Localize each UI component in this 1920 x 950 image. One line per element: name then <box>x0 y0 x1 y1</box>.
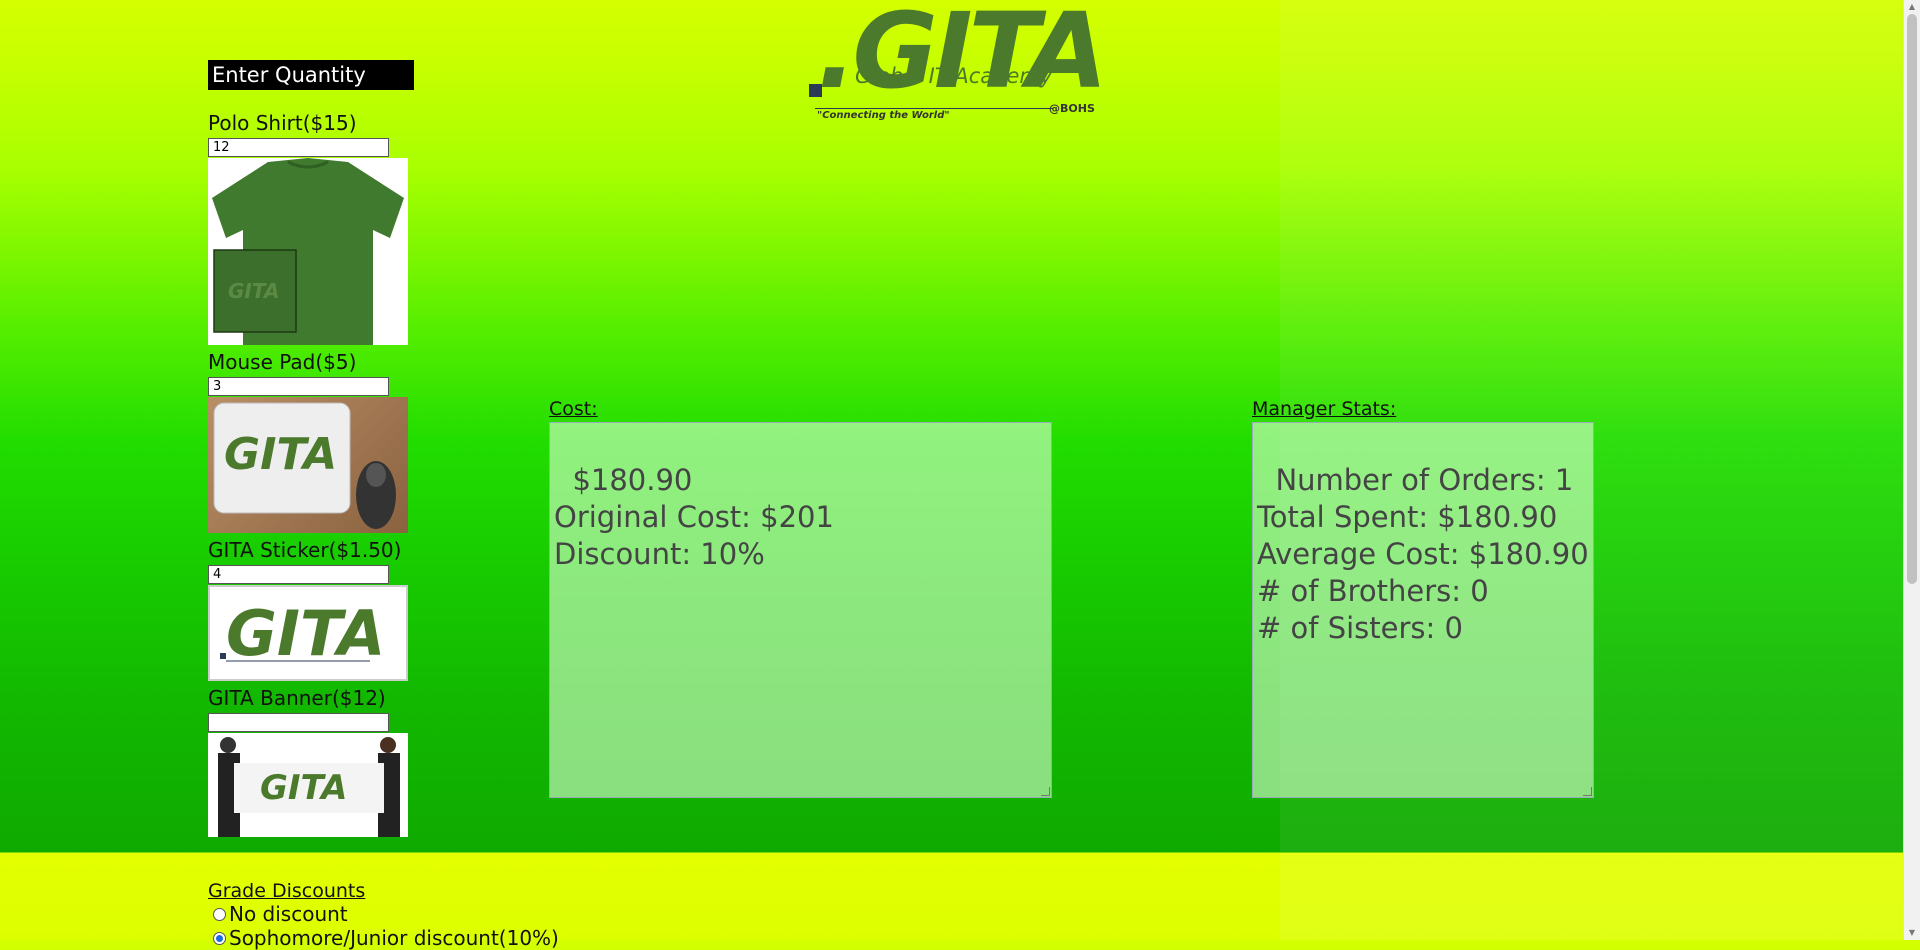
polo-shirt-image: GITA <box>208 158 408 345</box>
sophomore-junior-discount-radio[interactable] <box>213 931 226 945</box>
order-form: Enter Quantity Polo Shirt($15) GITA Mous… <box>208 60 418 837</box>
mouse-pad-label: Mouse Pad($5) <box>208 350 357 374</box>
gita-logo: .GITA Global IT Academy "Connecting the … <box>805 0 1108 124</box>
gita-banner-label: GITA Banner($12) <box>208 686 386 710</box>
mouse-pad-image: GITA <box>208 397 408 533</box>
mouse-pad-quantity-input[interactable] <box>208 377 389 396</box>
manager-stats-textarea[interactable]: Number of Orders: 1 Total Spent: $180.90… <box>1252 422 1594 798</box>
grade-discounts-title: Grade Discounts <box>208 880 366 902</box>
page-scrollbar[interactable]: ▲ ▼ <box>1903 0 1920 940</box>
gita-sticker-quantity-input[interactable] <box>208 565 389 584</box>
no-discount-label: No discount <box>229 902 348 926</box>
svg-text:GITA: GITA <box>224 429 337 480</box>
svg-text:GITA: GITA <box>228 279 279 303</box>
polo-shirt-label: Polo Shirt($15) <box>208 111 357 135</box>
resize-handle[interactable] <box>1583 787 1592 796</box>
logo-suffix: @BOHS <box>1049 102 1095 115</box>
logo-underline <box>815 108 1053 109</box>
logo-subtitle: Global IT Academy <box>855 64 1053 88</box>
sophomore-junior-discount-option[interactable]: Sophomore/Junior discount(10%) <box>208 926 559 950</box>
gita-banner-image: GITA <box>208 733 408 837</box>
logo-main-text: .GITA <box>817 0 1108 112</box>
cost-label: Cost: <box>549 398 598 420</box>
svg-text:GITA: GITA <box>226 597 385 670</box>
background-band-lower <box>1280 853 1920 940</box>
gita-banner-quantity-input[interactable] <box>208 713 389 732</box>
sophomore-junior-discount-label: Sophomore/Junior discount(10%) <box>229 926 559 950</box>
no-discount-radio[interactable] <box>213 907 226 921</box>
cost-output-text: $180.90 Original Cost: $201 Discount: 10… <box>554 463 834 571</box>
scroll-up-arrow-icon[interactable]: ▲ <box>1904 0 1920 14</box>
polo-shirt-quantity-input[interactable] <box>208 138 389 157</box>
cost-output-textarea[interactable]: $180.90 Original Cost: $201 Discount: 10… <box>549 422 1052 798</box>
gita-sticker-label: GITA Sticker($1.50) <box>208 538 402 562</box>
logo-tagline: "Connecting the World" <box>817 110 950 121</box>
svg-text:GITA: GITA <box>260 768 347 808</box>
scrollbar-thumb[interactable] <box>1907 14 1917 584</box>
manager-stats-text: Number of Orders: 1 Total Spent: $180.90… <box>1257 463 1589 645</box>
no-discount-option[interactable]: No discount <box>208 902 559 926</box>
quantity-header: Enter Quantity <box>208 60 414 90</box>
resize-handle[interactable] <box>1041 787 1050 796</box>
scroll-down-arrow-icon[interactable]: ▼ <box>1904 926 1920 940</box>
manager-stats-label: Manager Stats: <box>1252 398 1397 420</box>
gita-sticker-image: GITA <box>208 585 408 681</box>
